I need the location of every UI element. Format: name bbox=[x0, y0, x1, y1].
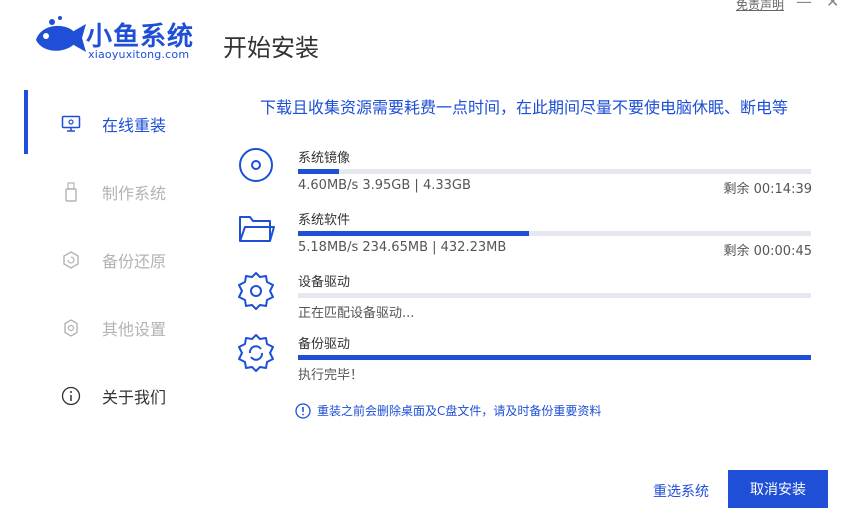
task-title: 设备驱动 bbox=[298, 275, 351, 290]
sidebar: 在线重装 制作系统 备份还原 其他设置 关于我们 bbox=[0, 90, 210, 450]
warning-info-icon bbox=[295, 402, 311, 419]
sidebar-item-label: 其他设置 bbox=[102, 320, 167, 339]
disclaimer-link[interactable]: 免责声明 bbox=[736, 0, 784, 13]
usb-icon bbox=[60, 181, 82, 203]
task-remaining: 剩余 00:00:45 bbox=[723, 244, 812, 259]
gear-icon bbox=[60, 317, 82, 339]
sidebar-item-label: 关于我们 bbox=[102, 388, 167, 407]
cancel-install-button[interactable]: 取消安装 bbox=[728, 470, 828, 508]
active-indicator bbox=[24, 90, 28, 154]
task-row-device-drivers: 设备驱动 正在匹配设备驱动... bbox=[236, 271, 816, 331]
reselect-system-button[interactable]: 重选系统 bbox=[653, 481, 709, 501]
sidebar-item-label: 制作系统 bbox=[102, 184, 167, 203]
task-stats: 正在匹配设备驱动... bbox=[298, 306, 415, 321]
sidebar-item-backup-restore[interactable]: 备份还原 bbox=[60, 245, 166, 275]
info-icon bbox=[60, 385, 82, 407]
warning-text: 重装之前会删除桌面及C盘文件，请及时备份重要资料 bbox=[317, 404, 602, 418]
task-stats: 4.60MB/s 3.95GB | 4.33GB bbox=[298, 178, 471, 193]
sidebar-item-label: 备份还原 bbox=[102, 252, 167, 271]
progress-bar bbox=[298, 169, 811, 174]
task-stats: 5.18MB/s 234.65MB | 432.23MB bbox=[298, 240, 507, 255]
task-row-system-image: 系统镜像 4.60MB/s 3.95GB | 4.33GB 剩余 00:14:3… bbox=[236, 147, 816, 207]
task-remaining: 剩余 00:14:39 bbox=[723, 182, 812, 197]
progress-bar bbox=[298, 355, 811, 360]
sidebar-item-other-settings[interactable]: 其他设置 bbox=[60, 313, 166, 343]
logo-domain: xiaoyuxitong.com bbox=[88, 48, 190, 61]
sidebar-item-online-reinstall[interactable]: 在线重装 bbox=[60, 109, 166, 139]
task-title: 备份驱动 bbox=[298, 337, 351, 352]
backup-warning: 重装之前会删除桌面及C盘文件，请及时备份重要资料 bbox=[295, 402, 601, 419]
app-logo: 小鱼系统 xiaoyuxitong.com bbox=[30, 14, 210, 62]
disc-icon bbox=[239, 148, 273, 182]
task-stats: 执行完毕！ bbox=[298, 368, 364, 383]
sidebar-item-about-us[interactable]: 关于我们 bbox=[60, 381, 166, 411]
progress-fill bbox=[298, 169, 340, 174]
fish-logo-icon bbox=[36, 16, 86, 52]
progress-fill bbox=[298, 355, 811, 360]
backup-icon bbox=[60, 249, 82, 271]
sidebar-item-make-system[interactable]: 制作系统 bbox=[60, 177, 166, 207]
page-title: 开始安装 bbox=[223, 34, 319, 62]
folder-icon bbox=[239, 216, 275, 242]
download-notice: 下载且收集资源需要耗费一点时间，在此期间尽量不要使电脑休眠、断电等 bbox=[260, 98, 789, 117]
task-row-backup-drivers: 备份驱动 执行完毕！ bbox=[236, 333, 816, 393]
task-row-system-software: 系统软件 5.18MB/s 234.65MB | 432.23MB 剩余 00:… bbox=[236, 209, 816, 269]
gear-refresh-icon bbox=[238, 334, 274, 372]
task-title: 系统镜像 bbox=[298, 151, 351, 166]
progress-bar bbox=[298, 293, 811, 298]
monitor-icon bbox=[60, 113, 82, 135]
gear-icon bbox=[238, 272, 274, 310]
progress-bar bbox=[298, 231, 811, 236]
minimize-button[interactable]: — bbox=[796, 0, 812, 11]
progress-fill bbox=[298, 231, 529, 236]
close-button[interactable]: ✕ bbox=[826, 0, 842, 11]
sidebar-item-label: 在线重装 bbox=[102, 116, 167, 135]
task-title: 系统软件 bbox=[298, 213, 351, 228]
